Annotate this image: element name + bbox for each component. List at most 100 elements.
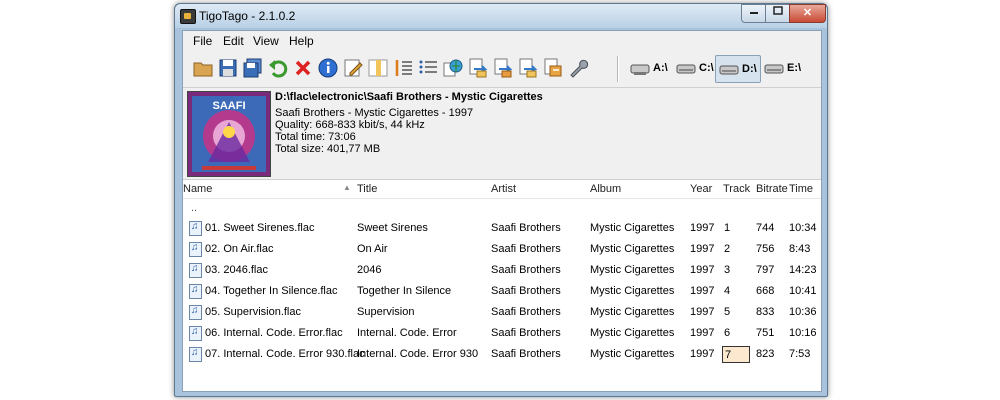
settings-button[interactable] bbox=[566, 56, 590, 80]
file-name-cell: 04. Together In Silence.flac bbox=[205, 285, 338, 297]
rename-icon bbox=[544, 58, 562, 77]
tag-from-filename-button[interactable] bbox=[466, 56, 490, 80]
folder-icon bbox=[193, 62, 213, 77]
numbered-list-icon bbox=[395, 60, 412, 76]
menu-help[interactable]: Help bbox=[289, 34, 314, 48]
quality-line: Quality: 668-833 kbit/s, 44 kHz bbox=[275, 119, 425, 131]
rename-icon bbox=[469, 58, 488, 78]
table-row[interactable]: 06. Internal. Code. Error.flac Internal. … bbox=[183, 323, 821, 344]
year-cell: 1997 bbox=[690, 327, 715, 339]
open-folder-button[interactable] bbox=[191, 56, 215, 80]
audio-file-icon bbox=[189, 284, 202, 299]
bitrate-cell: 668 bbox=[756, 285, 775, 297]
window-title: TigoTago - 2.1.0.2 bbox=[199, 9, 296, 23]
album-cell: Mystic Cigarettes bbox=[590, 222, 675, 234]
save-button[interactable] bbox=[216, 56, 240, 80]
time-cell: 10:41 bbox=[789, 285, 817, 297]
track-cell: 5 bbox=[724, 306, 731, 318]
title-cell: Sweet Sirenes bbox=[357, 222, 428, 234]
export-button[interactable] bbox=[541, 56, 565, 80]
maximize-icon bbox=[772, 6, 783, 15]
column-header-name[interactable]: Name bbox=[183, 183, 212, 195]
file-list: Name ▲ Title Artist Album Year Track Bit… bbox=[183, 179, 821, 391]
title-cell: Together In Silence bbox=[357, 285, 452, 297]
undo-button[interactable] bbox=[266, 56, 290, 80]
column-header-bitrate[interactable]: Bitrate bbox=[756, 183, 788, 195]
list-header: Name ▲ Title Artist Album Year Track Bit… bbox=[183, 180, 821, 199]
rename-icon bbox=[519, 58, 538, 78]
info-icon bbox=[318, 58, 338, 78]
drive-e[interactable]: E:\ bbox=[761, 55, 804, 81]
toolbar: A:\ C:\ D:\ E:\ bbox=[187, 53, 817, 85]
album-line: Saafi Brothers - Mystic Cigarettes - 199… bbox=[275, 107, 474, 119]
track-edit-field[interactable]: 7 bbox=[722, 346, 750, 363]
title-cell: Internal. Code. Error bbox=[357, 327, 457, 339]
menu-file[interactable]: File bbox=[193, 34, 212, 48]
track-cell: 4 bbox=[724, 285, 731, 297]
save-all-button[interactable] bbox=[241, 56, 265, 80]
menu-bar: File Edit View Help bbox=[183, 31, 821, 51]
floppy-multi-icon bbox=[243, 58, 262, 78]
title-cell: Supervision bbox=[357, 306, 415, 318]
file-name-cell: 06. Internal. Code. Error.flac bbox=[205, 327, 343, 339]
table-row[interactable]: 04. Together In Silence.flac Together In … bbox=[183, 281, 821, 302]
convert-button[interactable] bbox=[516, 56, 540, 80]
menu-view[interactable]: View bbox=[253, 34, 279, 48]
columns-button[interactable] bbox=[366, 56, 390, 80]
table-row[interactable]: 02. On Air.flac On Air Saafi Brothers Mysti… bbox=[183, 239, 821, 260]
undo-arrow-icon bbox=[269, 60, 288, 78]
drive-icon bbox=[630, 64, 650, 75]
audio-file-icon bbox=[189, 305, 202, 320]
album-cell: Mystic Cigarettes bbox=[590, 327, 675, 339]
album-cell: Mystic Cigarettes bbox=[590, 285, 675, 297]
toolbar-separator bbox=[617, 56, 619, 82]
artist-cell: Saafi Brothers bbox=[491, 243, 561, 255]
list-icon bbox=[419, 60, 437, 74]
artist-cell: Saafi Brothers bbox=[491, 327, 561, 339]
drive-c[interactable]: C:\ bbox=[673, 55, 717, 81]
rename-files-button[interactable] bbox=[491, 56, 515, 80]
info-button[interactable] bbox=[316, 56, 340, 80]
close-icon: ✕ bbox=[802, 7, 813, 19]
app-window: TigoTago - 2.1.0.2 ✕ File Edit View Help bbox=[174, 3, 828, 397]
edit-tags-button[interactable] bbox=[341, 56, 365, 80]
column-header-title[interactable]: Title bbox=[357, 183, 377, 195]
audio-file-icon bbox=[189, 242, 202, 257]
list-button[interactable] bbox=[416, 56, 440, 80]
title-cell: Internal. Code. Error 930 bbox=[357, 348, 479, 360]
drive-c-label: C:\ bbox=[699, 62, 714, 74]
drive-icon bbox=[676, 64, 696, 74]
table-row[interactable]: 03. 2046.flac 2046 Saafi Brothers Mystic Ci… bbox=[183, 260, 821, 281]
file-name-cell: 07. Internal. Code. Error 930.flac bbox=[205, 348, 365, 360]
number-tracks-button[interactable] bbox=[391, 56, 415, 80]
app-icon bbox=[180, 9, 196, 24]
year-cell: 1997 bbox=[690, 243, 715, 255]
table-row[interactable]: 05. Supervision.flac Supervision Saafi Bro… bbox=[183, 302, 821, 323]
audio-file-icon bbox=[189, 263, 202, 278]
folder-path: D:\flac\electronic\Saafi Brothers - Myst… bbox=[275, 91, 543, 103]
sort-ascending-icon: ▲ bbox=[343, 183, 351, 192]
column-header-album[interactable]: Album bbox=[590, 183, 621, 195]
column-header-track[interactable]: Track bbox=[723, 183, 750, 195]
table-row[interactable]: 01. Sweet Sirenes.flac Sweet Sirenes Saafi… bbox=[183, 218, 821, 239]
title-cell: On Air bbox=[357, 243, 388, 255]
columns-icon bbox=[368, 59, 388, 77]
menu-edit[interactable]: Edit bbox=[223, 34, 244, 48]
remove-button[interactable] bbox=[291, 56, 315, 80]
column-header-artist[interactable]: Artist bbox=[491, 183, 516, 195]
title-bar[interactable]: TigoTago - 2.1.0.2 ✕ bbox=[175, 4, 827, 28]
column-header-time[interactable]: Time bbox=[789, 183, 813, 195]
drive-a[interactable]: A:\ bbox=[627, 55, 671, 81]
album-cell: Mystic Cigarettes bbox=[590, 348, 675, 360]
file-name-cell: 02. On Air.flac bbox=[205, 243, 274, 255]
drive-d[interactable]: D:\ bbox=[715, 55, 761, 83]
track-cell: 1 bbox=[724, 222, 731, 234]
maximize-button[interactable] bbox=[765, 4, 790, 23]
time-cell: 10:16 bbox=[789, 327, 817, 339]
parent-directory-row[interactable]: .. bbox=[191, 202, 197, 214]
minimize-button[interactable] bbox=[741, 4, 766, 23]
close-button[interactable]: ✕ bbox=[789, 4, 826, 23]
audio-file-icon bbox=[189, 347, 202, 362]
column-header-year[interactable]: Year bbox=[690, 183, 712, 195]
web-lookup-button[interactable] bbox=[441, 56, 465, 80]
